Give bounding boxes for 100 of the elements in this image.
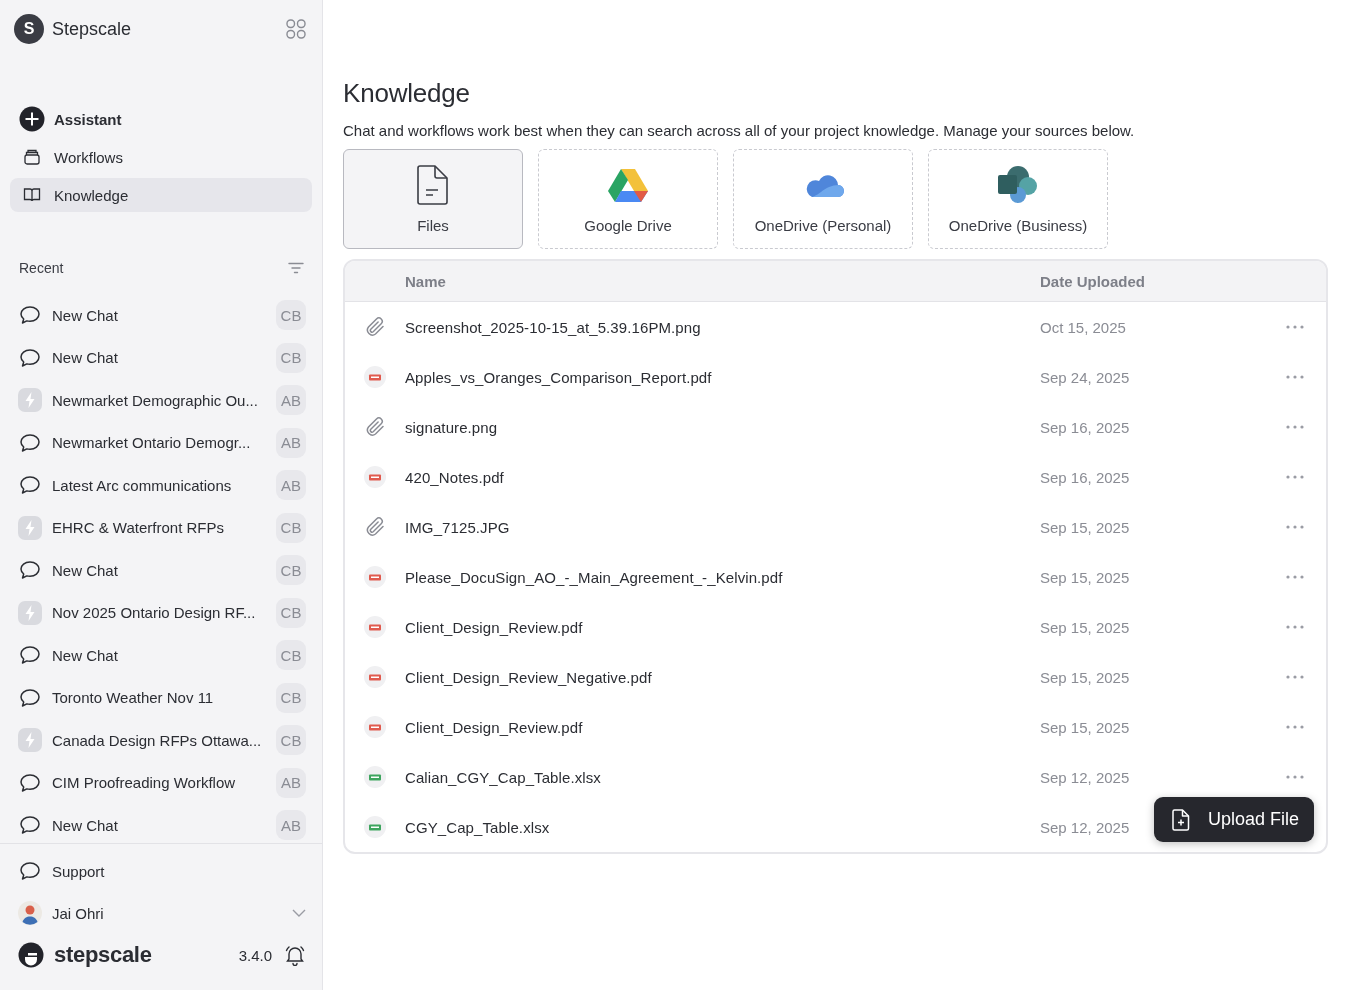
logo-icon xyxy=(18,942,44,968)
user-name[interactable]: Jai Ohri xyxy=(52,904,292,922)
file-name[interactable]: CGY_Cap_Table.xlsx xyxy=(405,818,1040,836)
filter-icon[interactable] xyxy=(288,262,304,274)
upload-date: Sep 16, 2025 xyxy=(1040,468,1130,486)
file-name[interactable]: Client_Design_Review.pdf xyxy=(405,718,1040,736)
lightning-icon xyxy=(18,728,42,752)
user-initials-badge: CB xyxy=(276,300,306,330)
chat-bubble-icon xyxy=(19,772,41,793)
chevron-down-icon[interactable] xyxy=(292,909,306,917)
page-title: Knowledge xyxy=(343,78,471,109)
pdf-file-icon xyxy=(364,716,386,738)
upload-date: Oct 15, 2025 xyxy=(1040,318,1126,336)
file-name[interactable]: Calian_CGY_Cap_Table.xlsx xyxy=(405,768,1040,786)
chat-bubble-icon xyxy=(19,305,41,325)
source-card[interactable]: Google Drive xyxy=(538,149,718,249)
source-card[interactable]: OneDrive (Business) xyxy=(928,149,1108,249)
recent-chat-item[interactable]: New Chat CB xyxy=(18,298,306,332)
workspace-avatar[interactable]: S xyxy=(14,14,44,44)
user-initials-badge: CB xyxy=(276,640,306,670)
more-options-icon[interactable] xyxy=(1286,725,1304,729)
file-name[interactable]: Screenshot_2025-10-15_at_5.39.16PM.png xyxy=(405,318,1040,336)
page-description: Chat and workflows work best when they can search across all of your project knowledge. Manage your sources below. xyxy=(343,122,1136,139)
column-header[interactable]: Date Uploaded xyxy=(1040,272,1326,290)
more-options-icon[interactable] xyxy=(1286,575,1304,579)
more-options-icon[interactable] xyxy=(1286,375,1304,379)
file-name[interactable]: Client_Design_Review.pdf xyxy=(405,618,1040,636)
user-initials-badge: AB xyxy=(276,385,306,415)
upload-date: Sep 15, 2025 xyxy=(1040,618,1130,636)
spreadsheet-file-icon xyxy=(364,766,386,788)
user-initials-badge: CB xyxy=(276,512,306,543)
more-options-icon[interactable] xyxy=(1286,625,1304,629)
more-options-icon[interactable] xyxy=(1286,675,1304,679)
recent-chat-item[interactable]: New Chat CB xyxy=(18,340,306,375)
recent-chat-item[interactable]: EHRC & Waterfront RFPs CB xyxy=(18,510,306,545)
chat-bubble-icon xyxy=(19,687,41,708)
file-name[interactable]: Apples_vs_Oranges_Comparison_Report.pdf xyxy=(405,368,1040,386)
user-initials-badge: AB xyxy=(276,767,306,798)
pdf-file-icon xyxy=(364,616,386,638)
file-name[interactable]: IMG_7125.JPG xyxy=(405,518,1040,536)
more-options-icon[interactable] xyxy=(1286,425,1304,429)
user-avatar xyxy=(18,901,42,925)
user-initials-badge: CB xyxy=(276,342,306,373)
version-label: 3.4.0 xyxy=(238,946,272,964)
paperclip-icon xyxy=(364,416,386,438)
file-name[interactable]: Client_Design_Review_Negative.pdf xyxy=(405,668,1040,686)
recent-chat-item[interactable]: New Chat AB xyxy=(18,808,306,842)
drive-logo-icon xyxy=(607,167,649,203)
paperclip-icon xyxy=(364,316,386,338)
chat-bubble-icon xyxy=(19,432,41,453)
chat-bubble-icon xyxy=(19,861,41,881)
more-options-icon[interactable] xyxy=(1286,325,1304,329)
spreadsheet-file-icon xyxy=(364,816,386,838)
recent-chat-item[interactable]: Nov 2025 Ontario Design RF... CB xyxy=(18,595,306,630)
section-heading: Recent xyxy=(19,260,64,276)
recent-chat-item[interactable]: Newmarket Demographic Ou... AB xyxy=(18,383,306,417)
file-name[interactable]: Please_DocuSign_AO_-_Main_Agreement_-_Kelvin.pdf xyxy=(405,568,1040,586)
upload-date: Sep 12, 2025 xyxy=(1040,768,1130,786)
user-initials-badge: CB xyxy=(276,597,306,628)
file-name[interactable]: 420_Notes.pdf xyxy=(405,468,1040,486)
recent-chat-item[interactable]: Toronto Weather Nov 11 CB xyxy=(18,680,306,715)
more-options-icon[interactable] xyxy=(1286,525,1304,529)
support-link[interactable]: Support xyxy=(18,850,306,892)
stack-icon xyxy=(23,148,41,166)
nav-item[interactable]: Knowledge xyxy=(10,178,312,212)
plus-icon xyxy=(19,106,45,132)
apps-grid-icon[interactable] xyxy=(286,19,306,39)
more-options-icon[interactable] xyxy=(1286,475,1304,479)
nav-item[interactable]: Workflows xyxy=(10,140,312,174)
recent-chat-item[interactable]: CIM Proofreading Workflow AB xyxy=(18,765,306,800)
lightning-icon xyxy=(18,388,42,412)
upload-file-button[interactable]: Upload File xyxy=(1153,797,1314,842)
user-initials-badge: AB xyxy=(276,427,306,458)
user-initials-badge: CB xyxy=(276,682,306,713)
more-options-icon[interactable] xyxy=(1286,775,1304,779)
user-initials-badge: CB xyxy=(276,725,306,755)
bell-icon[interactable] xyxy=(284,944,306,966)
recent-chat-item[interactable]: New Chat CB xyxy=(18,638,306,672)
pdf-file-icon xyxy=(364,566,386,588)
book-icon xyxy=(23,186,41,204)
recent-chat-item[interactable]: Canada Design RFPs Ottawa... CB xyxy=(18,723,306,757)
recent-chat-item[interactable]: New Chat CB xyxy=(18,553,306,587)
chat-bubble-icon xyxy=(19,347,41,368)
lightning-icon xyxy=(18,515,42,540)
column-header[interactable]: Name xyxy=(345,272,1040,290)
paperclip-icon xyxy=(364,516,386,538)
brand-wordmark: stepscale xyxy=(54,942,153,968)
user-initials-badge: AB xyxy=(276,470,306,500)
source-card[interactable]: OneDrive (Personal) xyxy=(733,149,913,249)
source-card[interactable]: Files xyxy=(343,149,523,249)
recent-chat-item[interactable]: Newmarket Ontario Demogr... AB xyxy=(18,425,306,460)
nav-item[interactable]: Assistant xyxy=(10,102,312,136)
chat-bubble-icon xyxy=(19,815,41,835)
lightning-icon xyxy=(18,600,42,625)
workspace-name: Stepscale xyxy=(52,18,133,40)
chat-bubble-icon xyxy=(19,560,41,580)
file-plus-icon xyxy=(1171,808,1190,831)
recent-chat-item[interactable]: Latest Arc communications AB xyxy=(18,468,306,502)
pdf-file-icon xyxy=(364,466,386,488)
file-name[interactable]: signature.png xyxy=(405,418,1040,436)
